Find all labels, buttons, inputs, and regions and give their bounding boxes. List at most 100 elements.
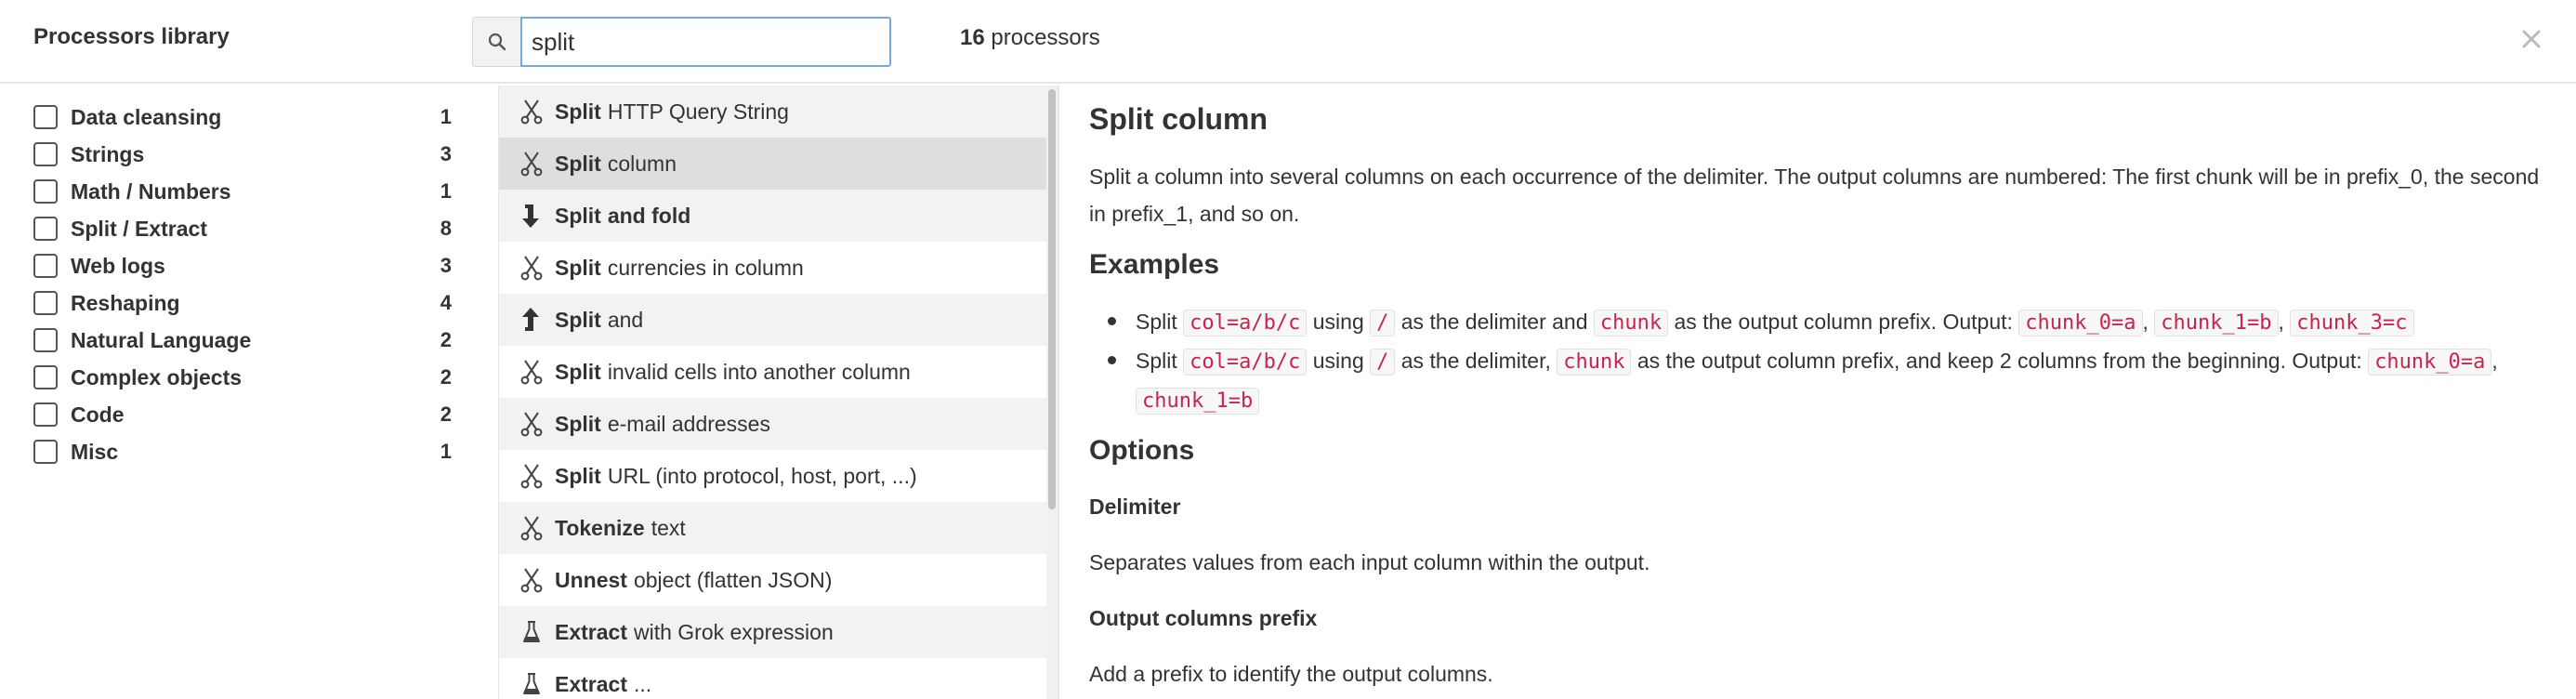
processor-item[interactable]: Unnest object (flatten JSON)	[499, 554, 1048, 606]
option-name: Delimiter	[1089, 495, 1181, 519]
category-math-numbers[interactable]: Math / Numbers 1	[33, 173, 452, 210]
category-label: Code	[71, 402, 125, 427]
scissors-icon	[518, 98, 545, 125]
processor-name-rest: text	[651, 515, 686, 540]
processor-item[interactable]: Split URL (into protocol, host, port, ..…	[499, 450, 1048, 502]
flask-icon	[518, 670, 545, 698]
example-text: using	[1312, 349, 1364, 373]
options-heading: Options	[1089, 435, 1195, 466]
arrow-up-icon	[518, 306, 545, 334]
scissors-icon	[518, 254, 545, 282]
category-checkbox[interactable]	[33, 217, 58, 241]
category-label: Reshaping	[71, 290, 180, 315]
processor-name-bold: Extract	[555, 671, 627, 696]
example-text: as the output column prefix, and keep 2 …	[1636, 349, 2362, 373]
category-label: Web logs	[71, 253, 165, 278]
option-description: Add a prefix to identify the output colu…	[1089, 662, 1493, 686]
scissors-icon	[518, 150, 545, 178]
processor-item[interactable]: Split invalid cells into another column	[499, 346, 1048, 398]
category-checkbox[interactable]	[33, 142, 58, 166]
list-scrollbar-thumb[interactable]	[1048, 89, 1056, 509]
category-strings[interactable]: Strings 3	[33, 136, 452, 173]
example-code: col=a/b/c	[1183, 349, 1308, 376]
processor-detail-panel: Split column Split a column into several…	[1058, 86, 2576, 699]
category-sidebar: Data cleansing 1 Strings 3 Math / Number…	[0, 86, 498, 699]
processor-name-bold: Split	[555, 463, 601, 488]
category-checkbox[interactable]	[33, 291, 58, 315]
processor-name-rest: currencies in column	[607, 255, 804, 280]
category-checkbox[interactable]	[33, 254, 58, 278]
close-button[interactable]	[2513, 19, 2550, 59]
category-split-extract[interactable]: Split / Extract 8	[33, 210, 452, 247]
processor-name-bold: Split	[555, 359, 601, 384]
processor-item[interactable]: Split currencies in column	[499, 242, 1048, 294]
category-label: Math / Numbers	[71, 178, 231, 204]
category-checkbox[interactable]	[33, 105, 58, 129]
processor-name-rest: invalid cells into another column	[607, 359, 911, 384]
example-text: as the delimiter and	[1400, 310, 1588, 334]
category-web-logs[interactable]: Web logs 3	[33, 247, 452, 284]
category-reshaping[interactable]: Reshaping 4	[33, 284, 452, 322]
scissors-icon	[518, 410, 545, 438]
category-checkbox[interactable]	[33, 179, 58, 204]
processor-item-selected[interactable]: Split column	[499, 138, 1048, 190]
processor-name-bold: Split	[555, 203, 601, 228]
example-code: chunk	[1593, 310, 1669, 336]
processor-name-bold: Tokenize	[555, 515, 645, 540]
option-description: Separates values from each input column …	[1089, 550, 1650, 574]
example-code: chunk_1=b	[2154, 310, 2279, 336]
processor-item[interactable]: Extract with Grok expression	[499, 606, 1048, 658]
category-count: 1	[440, 179, 452, 203]
bullet	[1108, 317, 1116, 325]
option-name: Output columns prefix	[1089, 606, 1318, 630]
processor-name-bold: Split	[555, 411, 601, 436]
processor-item[interactable]: Split and fold	[499, 190, 1048, 242]
example-code: col=a/b/c	[1183, 310, 1308, 336]
category-checkbox[interactable]	[33, 365, 58, 389]
category-count: 2	[440, 402, 452, 426]
category-label: Split / Extract	[71, 216, 207, 241]
example-text: as the delimiter,	[1400, 349, 1551, 373]
example-text: as the output column prefix. Output:	[1674, 310, 2013, 334]
search-box	[472, 17, 891, 67]
example-text: using	[1312, 310, 1364, 334]
category-label: Strings	[71, 141, 145, 166]
bullet	[1108, 356, 1116, 364]
examples-heading: Examples	[1089, 249, 1220, 280]
example-code: /	[1370, 349, 1396, 376]
category-natural-language[interactable]: Natural Language 2	[33, 322, 452, 359]
arrow-down-icon	[518, 202, 545, 230]
separator: ,	[2491, 349, 2498, 373]
processor-count-label: processors	[991, 25, 1100, 50]
scissors-icon	[518, 514, 545, 542]
processor-name-rest: ...	[633, 671, 652, 696]
category-data-cleansing[interactable]: Data cleansing 1	[33, 99, 452, 136]
example-code: chunk_0=a	[2018, 310, 2143, 336]
processor-item[interactable]: Split HTTP Query String	[499, 86, 1048, 138]
category-label: Natural Language	[71, 327, 252, 352]
example-code: chunk_3=c	[2290, 310, 2414, 336]
processor-item[interactable]: Split e-mail addresses	[499, 398, 1048, 450]
search-icon	[472, 17, 520, 67]
separator: ,	[2278, 310, 2284, 334]
category-code[interactable]: Code 2	[33, 396, 452, 433]
category-count: 1	[440, 105, 452, 128]
processor-item[interactable]: Split and	[499, 294, 1048, 346]
example-code: chunk	[1557, 349, 1632, 376]
category-complex-objects[interactable]: Complex objects 2	[33, 359, 452, 396]
processor-name-rest: e-mail addresses	[607, 411, 770, 436]
processor-item[interactable]: Tokenize text	[499, 502, 1048, 554]
processor-item[interactable]: Extract ...	[499, 658, 1048, 699]
processor-name-bold: Split	[555, 151, 601, 176]
category-checkbox[interactable]	[33, 402, 58, 427]
detail-title: Split column	[1089, 102, 1268, 136]
example-code: /	[1370, 310, 1396, 336]
search-input[interactable]	[520, 17, 891, 67]
scissors-icon	[518, 358, 545, 386]
category-label: Complex objects	[71, 364, 243, 389]
category-checkbox[interactable]	[33, 328, 58, 352]
category-misc[interactable]: Misc 1	[33, 433, 452, 470]
category-checkbox[interactable]	[33, 440, 58, 464]
page-title: Processors library	[33, 24, 230, 49]
examples-list: Split col=a/b/c using / as the delimiter…	[1089, 303, 2557, 420]
